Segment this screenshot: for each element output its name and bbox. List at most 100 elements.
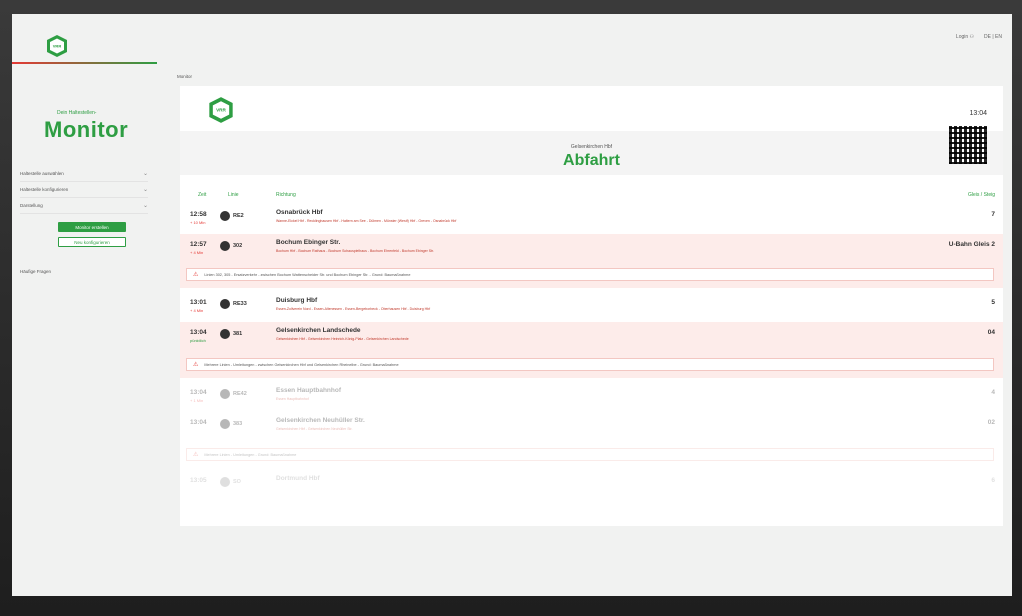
via-stops: Essen Hauptbahnhof [276,397,309,401]
platform: 5 [991,299,995,306]
train-icon [220,299,230,309]
notice-text: Mehrere Linien - Umleitungen - zwischen … [204,362,399,367]
destination: Gelsenkirchen Landschede [276,327,361,334]
departure-row: 12:58 + 10 Min RE2 Osnabrück Hbf Wanne-E… [180,204,1003,232]
svg-text:VRR: VRR [53,44,62,49]
service-notice[interactable]: ⚠ Mehrere Linien - Umleitungen - Grund: B… [186,448,994,461]
via-stops: Essen-Zollverein Nord - Essen-Altenessen… [276,307,431,311]
screen: Login ⚇ DE | EN VRR Dein Haltestellen- M… [12,14,1012,596]
clock: 13:04 [969,110,987,117]
platform: 04 [987,329,995,336]
train-icon [220,389,230,399]
platform: U-Bahn Gleis 2 [948,241,995,248]
departure-monitor: VRR 13:04 Gelsenkirchen Hbf Abfahrt Zeit… [180,86,1003,526]
line-badge: SO [220,477,241,487]
destination: Duisburg Hbf [276,297,318,304]
departure-row: 13:01 + 4 Min RE33 Duisburg Hbf Essen-Zo… [180,292,1003,320]
departure-time: 13:04 [190,389,207,396]
column-header-platform: Gleis / Steig [968,192,995,198]
departure-row: 13:05 SO Dortmund Hbf 6 [180,470,1003,498]
line-badge: RE2 [220,211,244,221]
line-number: 383 [233,421,243,427]
login-link[interactable]: Login ⚇ [956,34,974,40]
delay-label: + 1 Min [190,398,204,403]
sidebar-item-label: Darstellung [20,203,43,208]
sidebar-title: Monitor [44,117,129,142]
top-bar: Login ⚇ DE | EN [956,34,1002,40]
sidebar-item-select-stop[interactable]: Haltestelle auswählen ⌄ [20,166,148,182]
sidebar-item-display[interactable]: Darstellung ⌄ [20,198,148,214]
warning-icon: ⚠ [193,452,199,458]
via-stops: Gelsenkirchen Hbf - Gelsenkirchen Neuhül… [276,427,353,431]
reconfigure-button[interactable]: Neu konfigurieren [58,237,126,247]
notice-text: Mehrere Linien - Umleitungen - Grund: Ba… [204,452,297,457]
delay-label: pünktlich [190,338,206,343]
via-stops: Wanne-Eickel Hbf - Recklinghausen Hbf - … [276,219,457,223]
departure-row: 13:04 + 1 Min RE42 Essen Hauptbahnhof Es… [180,382,1003,410]
service-notice[interactable]: ⚠ Linien 302, 305 - Ersatzverkehr - zwisc… [186,268,994,281]
sidebar: VRR Dein Haltestellen- Monitor Haltestel… [12,14,167,596]
faq-link[interactable]: Häufige Fragen [20,269,51,274]
departures-heading: Abfahrt [563,152,620,169]
destination: Osnabrück Hbf [276,209,323,216]
line-number: SO [233,479,241,485]
destination: Essen Hauptbahnhof [276,387,342,394]
train-icon [220,211,230,221]
departure-time: 13:04 [190,419,207,426]
create-monitor-button[interactable]: Monitor erstellen [58,222,126,232]
column-header-direction: Richtung [276,192,296,198]
warning-icon: ⚠ [193,362,199,368]
language-switch[interactable]: DE | EN [984,34,1002,40]
sidebar-menu: Haltestelle auswählen ⌄ Haltestelle konfi… [20,166,148,214]
departure-row: 12:57 + 4 Min 302 Bochum Ebinger Str. Bo… [180,234,1003,288]
sidebar-item-label: Haltestelle auswählen [20,171,64,176]
delay-label: + 4 Min [190,308,204,313]
platform: 4 [991,389,995,396]
sidebar-subtitle: Dein Haltestellen- [57,110,97,116]
destination: Bochum Ebinger Str. [276,239,341,246]
delay-label: + 10 Min [190,220,206,225]
sidebar-item-label: Haltestelle konfigurieren [20,187,69,192]
vrr-logo: VRR [208,96,234,124]
via-stops: Bochum Hbf - Bochum Rathaus - Bochum Sch… [276,249,434,253]
platform: 7 [991,211,995,218]
line-badge: RE42 [220,389,247,399]
column-header-line: Linie [228,192,239,198]
breadcrumb[interactable]: Monitor [177,74,192,79]
departure-time: 13:04 [190,329,207,336]
destination: Dortmund Hbf [276,475,320,482]
chevron-down-icon: ⌄ [142,171,148,177]
chevron-down-icon: ⌄ [142,203,148,209]
bus-icon [220,419,230,429]
monitor-bezel: Login ⚇ DE | EN VRR Dein Haltestellen- M… [0,0,1022,616]
vrr-logo[interactable]: VRR [46,34,68,58]
warning-icon: ⚠ [193,272,199,278]
sidebar-item-configure-stop[interactable]: Haltestelle konfigurieren ⌄ [20,182,148,198]
departure-time: 12:58 [190,211,207,218]
departure-time: 13:05 [190,477,207,484]
platform: 02 [987,419,995,426]
chevron-down-icon: ⌄ [142,187,148,193]
via-stops: Gelsenkirchen Hbf - Gelsenkirchen Heinri… [276,337,409,341]
line-number: RE2 [233,213,244,219]
line-number: 381 [233,331,243,337]
delay-label: + 4 Min [190,250,204,255]
station-name: Gelsenkirchen Hbf [570,144,613,150]
departure-row: 13:04 383 Gelsenkirchen Neuhüller Str. G… [180,412,1003,466]
line-number: RE33 [233,301,247,307]
departure-time: 13:01 [190,299,207,306]
line-badge: 381 [220,329,242,339]
line-number: 302 [233,243,243,249]
line-badge: 383 [220,419,242,429]
column-header-time: Zeit [198,192,207,198]
service-notice[interactable]: ⚠ Mehrere Linien - Umleitungen - zwischen… [186,358,994,371]
line-badge: 302 [220,241,242,251]
notice-text: Linien 302, 305 - Ersatzverkehr - zwisch… [204,272,411,277]
line-badge: RE33 [220,299,247,309]
svg-text:VRR: VRR [216,108,226,113]
departure-time: 12:57 [190,241,207,248]
train-icon [220,477,230,487]
line-number: RE42 [233,391,247,397]
tram-icon [220,241,230,251]
destination: Gelsenkirchen Neuhüller Str. [276,417,365,424]
